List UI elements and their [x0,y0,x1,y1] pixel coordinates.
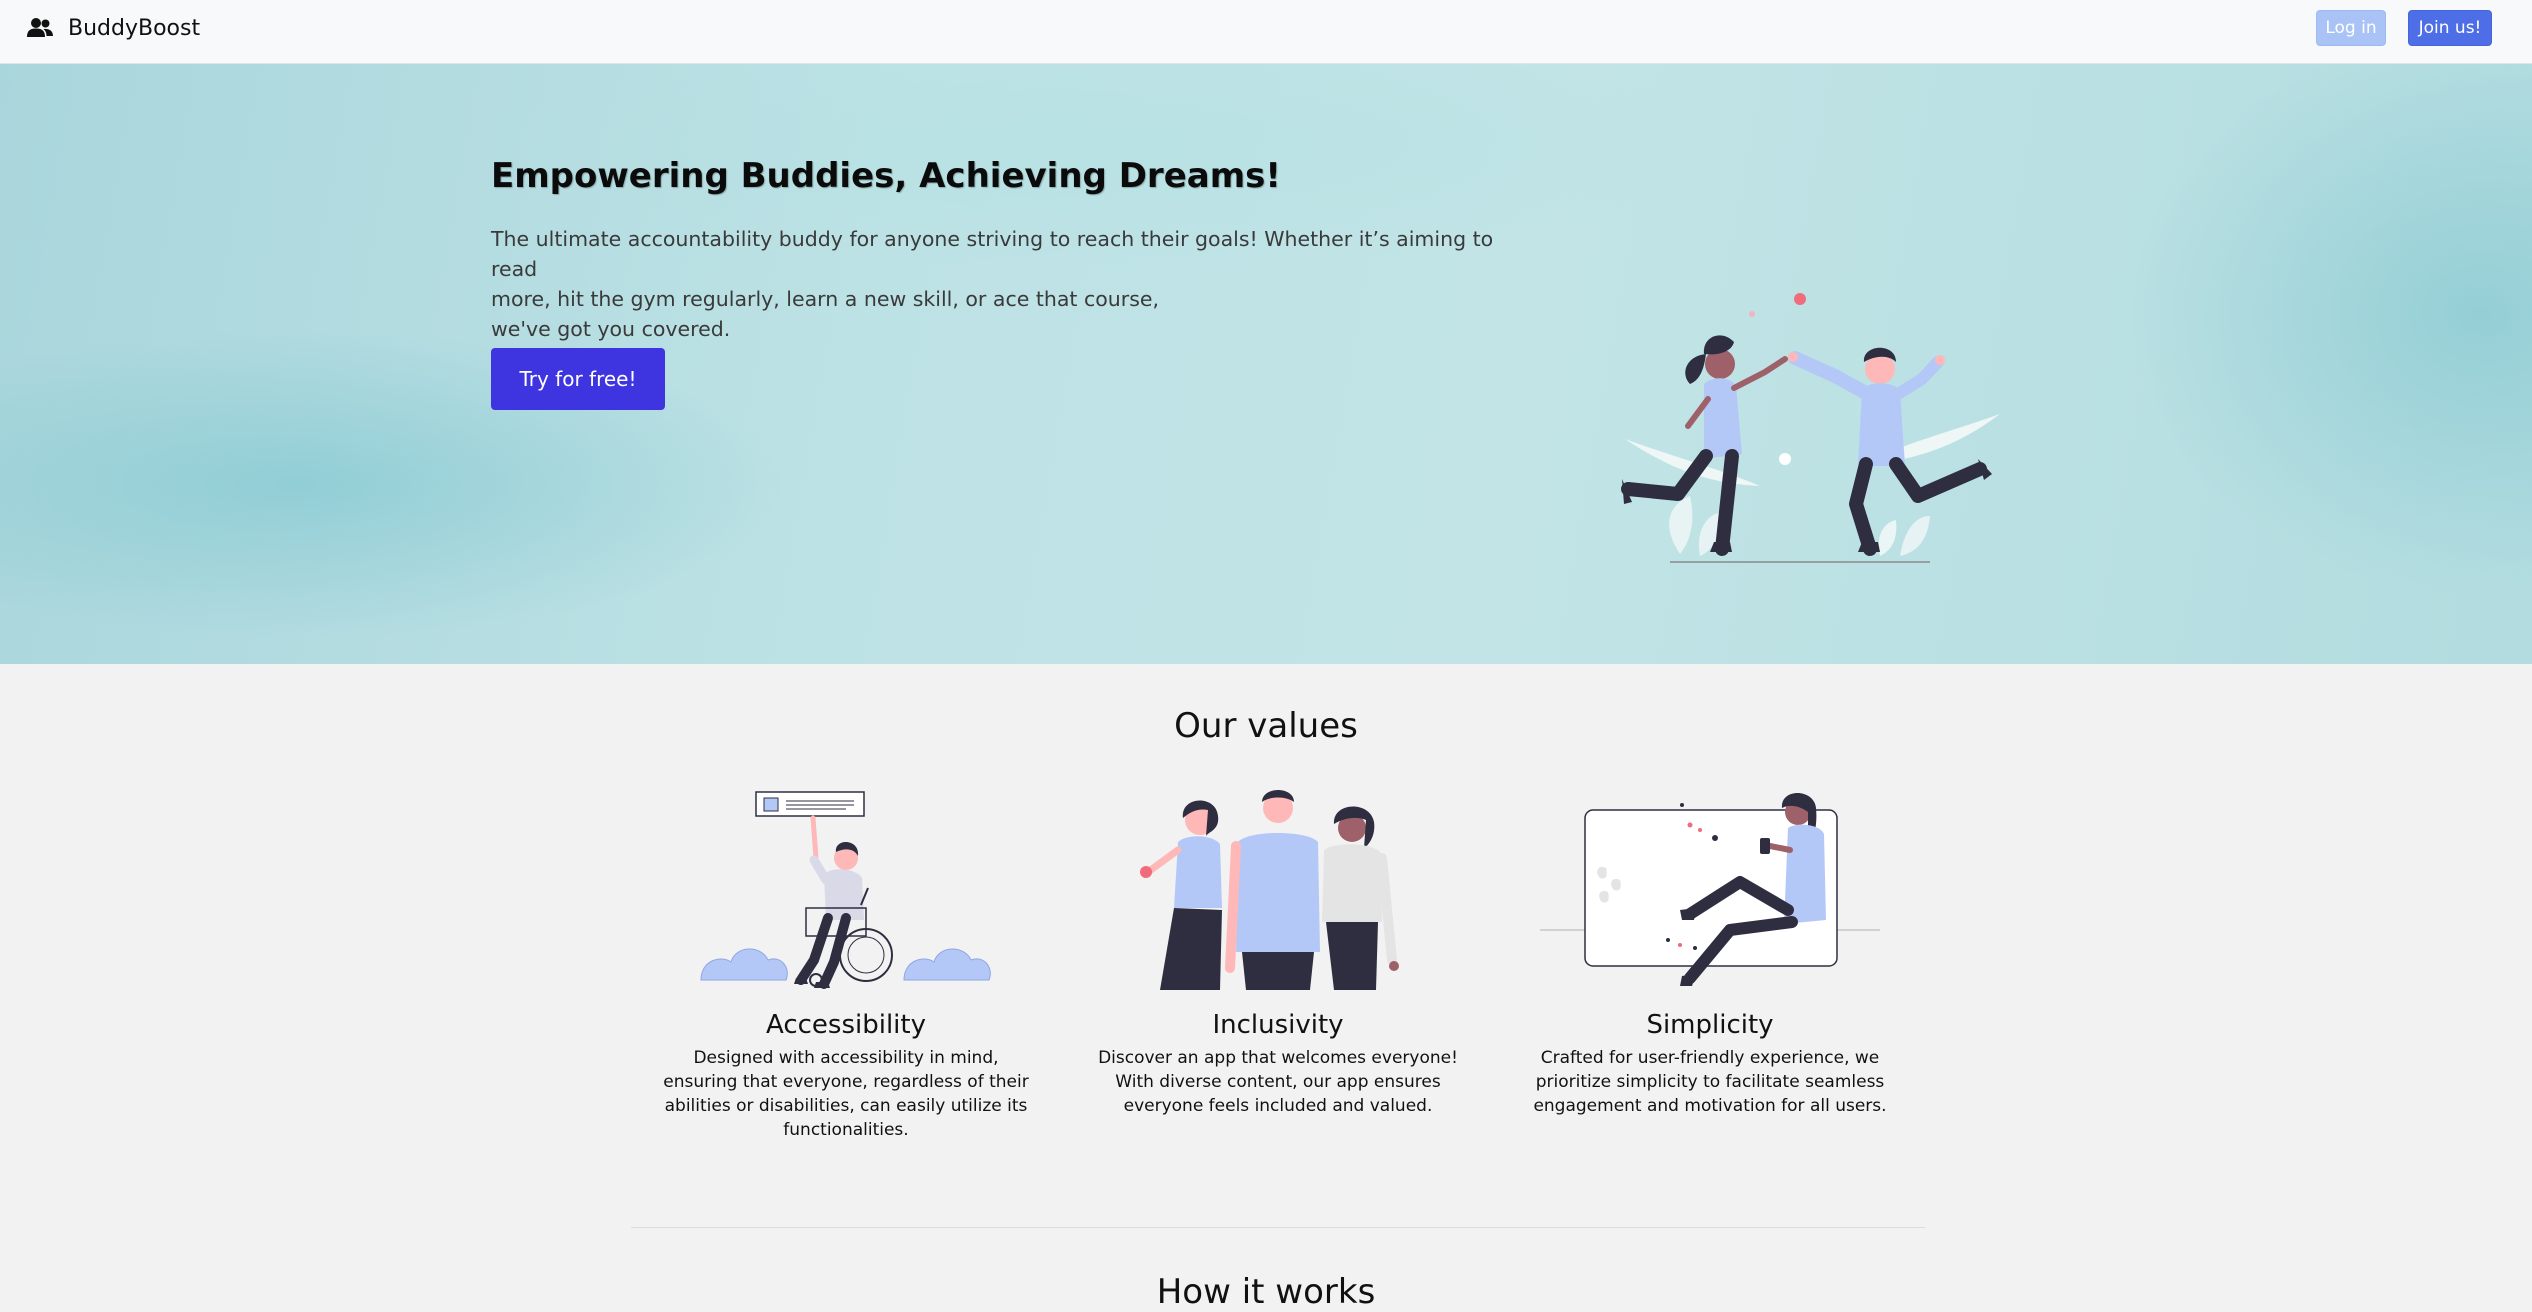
login-button[interactable]: Log in [2316,10,2386,46]
value-card-inclusivity: Inclusivity Discover an app that welcome… [1088,790,1468,1118]
value-title: Accessibility [766,1010,926,1040]
brand-name: BuddyBoost [68,15,201,41]
accessibility-illustration [700,791,991,989]
how-it-works-heading: How it works [1156,1272,1376,1312]
inclusivity-illustration [1140,790,1399,990]
value-card-accessibility: Accessibility Designed with accessibilit… [656,790,1036,1142]
simplicity-illustration [1540,793,1880,986]
value-description: Crafted for user-friendly experience, we… [1533,1048,1887,1116]
hero-description-line: we've got you covered. [491,317,731,341]
users-icon [27,18,53,37]
hero-section: Empowering Buddies, Achieving Dreams! Th… [0,64,2532,664]
brand-link[interactable]: BuddyBoost [26,14,200,42]
hero-description-line: more, hit the gym regularly, learn a new… [491,287,1160,311]
value-title: Inclusivity [1212,1010,1344,1040]
navbar: BuddyBoost Log in Join us! [0,0,2532,64]
value-card-simplicity: Simplicity Crafted for user-friendly exp… [1520,790,1900,1118]
hero-description-line: The ultimate accountability buddy for an… [491,227,1494,281]
section-divider [631,1227,1925,1228]
hero-description: The ultimate accountability buddy for an… [491,224,1531,344]
try-for-free-button[interactable]: Try for free! [491,348,665,410]
hero-title: Empowering Buddies, Achieving Dreams! [491,156,1281,196]
values-heading: Our values [1174,706,1358,746]
value-description: Discover an app that welcomes everyone! … [1098,1048,1458,1116]
value-description: Designed with accessibility in mind, ens… [663,1048,1029,1140]
join-button[interactable]: Join us! [2408,10,2492,46]
high-five-illustration [1621,293,2000,563]
value-title: Simplicity [1646,1010,1774,1040]
